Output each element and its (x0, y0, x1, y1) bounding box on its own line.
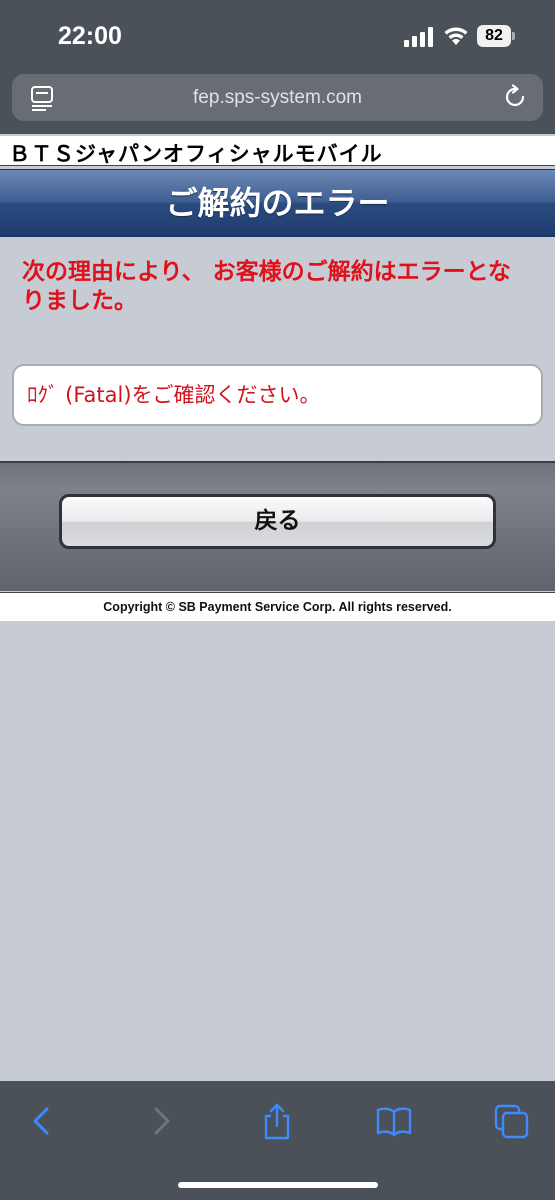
page-title: ご解約のエラー (165, 184, 390, 222)
share-icon[interactable] (257, 1101, 297, 1141)
battery-level: 82 (477, 25, 511, 47)
signal-icon (404, 27, 433, 47)
address-bar[interactable]: fep.sps-system.com (12, 74, 543, 121)
browser-bottom-toolbar (0, 1081, 555, 1200)
back-button[interactable]: 戻る (59, 494, 496, 549)
browser-top-chrome: 22:00 82 fep.sps-system.com (0, 0, 555, 134)
copyright-text: Copyright © SB Payment Service Corp. All… (103, 600, 452, 614)
reader-icon[interactable] (30, 85, 54, 111)
tabs-icon[interactable] (492, 1101, 532, 1141)
button-panel: 戻る (0, 463, 555, 591)
status-bar: 22:00 82 (0, 0, 555, 70)
site-title: ＢＴＳジャパンオフィシャルモバイル (9, 142, 383, 166)
battery-tip (512, 32, 515, 40)
status-time: 22:00 (58, 22, 122, 50)
reload-icon[interactable] (502, 84, 528, 110)
forward-icon[interactable] (141, 1101, 181, 1141)
home-indicator (178, 1182, 378, 1188)
wifi-icon (444, 27, 468, 45)
back-icon[interactable] (22, 1101, 62, 1141)
back-button-label[interactable]: 戻る (62, 497, 493, 546)
bookmarks-icon[interactable] (374, 1101, 414, 1141)
url-text[interactable]: fep.sps-system.com (12, 74, 543, 121)
site-header: ＢＴＳジャパンオフィシャルモバイル (0, 136, 555, 166)
log-message-box: ﾛｸﾞ (Fatal)をご確認ください。 (12, 364, 543, 426)
battery-icon: 82 (477, 25, 515, 47)
footer: Copyright © SB Payment Service Corp. All… (0, 592, 555, 621)
error-message: 次の理由により、 お客様のご解約はエラーとなりました。 (22, 259, 511, 314)
log-message: ﾛｸﾞ (Fatal)をご確認ください。 (27, 383, 321, 407)
page-title-bar: ご解約のエラー (0, 169, 555, 237)
